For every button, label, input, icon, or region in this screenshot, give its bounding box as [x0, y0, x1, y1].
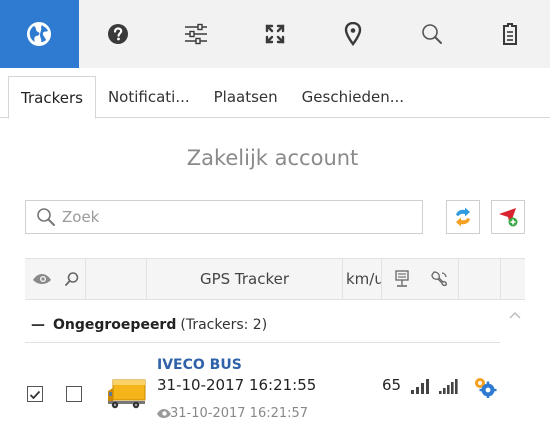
- tracker-visible-checkbox[interactable]: [27, 386, 43, 402]
- globe-icon: [27, 22, 52, 46]
- collapse-group-icon[interactable]: —: [31, 317, 45, 333]
- antenna-icon: [395, 270, 409, 287]
- toolbar-settings-button[interactable]: [157, 0, 236, 68]
- gps-tracker-column-header[interactable]: GPS Tracker: [147, 259, 343, 299]
- settings-column-header: [459, 259, 501, 299]
- toolbar-globe-button[interactable]: [0, 0, 79, 68]
- eye-icon: [33, 274, 51, 284]
- tracker-speed: 65: [382, 376, 402, 394]
- fullscreen-icon: [265, 24, 284, 44]
- add-tracker-button[interactable]: [491, 200, 525, 234]
- tracker-group-row[interactable]: — Ongegroepeerd (Trackers: 2): [25, 310, 500, 340]
- refresh-button[interactable]: [446, 200, 480, 234]
- gps-signal-column-header[interactable]: [422, 259, 459, 299]
- toolbar-reports-button[interactable]: [471, 0, 550, 68]
- truck-icon: [108, 379, 146, 409]
- tab-history[interactable]: Geschieden...: [290, 76, 416, 118]
- tracker-list-scrollbar[interactable]: [504, 300, 526, 441]
- search-icon: [37, 208, 55, 226]
- tab-bar: Trackers Notificati... Plaatsen Geschied…: [0, 76, 550, 119]
- tracker-last-update: 31-10-2017 16:21:55: [157, 376, 317, 394]
- divider: [25, 342, 500, 343]
- speed-column-label: km/u: [346, 270, 382, 288]
- gsm-column-header[interactable]: [382, 259, 422, 299]
- icon-column-header: [86, 259, 147, 299]
- scroll-up-icon[interactable]: [504, 308, 526, 322]
- group-count: (Trackers: 2): [180, 317, 268, 333]
- search-icon: [65, 272, 79, 286]
- help-icon: [107, 24, 128, 44]
- search-icon: [421, 24, 442, 44]
- top-toolbar: [0, 0, 550, 68]
- sliders-icon: [185, 23, 208, 45]
- speed-column-header[interactable]: km/u: [343, 259, 382, 299]
- tracker-settings-icon[interactable]: [472, 376, 498, 398]
- map-pin-icon: [345, 22, 362, 46]
- gps-signal-icon: [439, 379, 458, 394]
- refresh-arrows-icon: [456, 207, 470, 227]
- clipboard-icon: [503, 23, 518, 45]
- toolbar-fullscreen-button[interactable]: [236, 0, 315, 68]
- tracker-last-seen: 31-10-2017 16:21:57: [170, 406, 309, 421]
- tab-trackers[interactable]: Trackers: [8, 76, 96, 119]
- tracker-table-header: GPS Tracker km/u: [25, 258, 525, 300]
- tab-notifications[interactable]: Notificati...: [96, 76, 202, 118]
- toolbar-places-button[interactable]: [314, 0, 393, 68]
- satellite-icon: [431, 271, 447, 287]
- toolbar-search-button[interactable]: [393, 0, 472, 68]
- visibility-column-header[interactable]: [25, 259, 59, 299]
- group-name: Ongegroepeerd: [53, 317, 177, 333]
- select-column-header[interactable]: [59, 259, 86, 299]
- tab-places[interactable]: Plaatsen: [202, 76, 290, 118]
- account-title: Zakelijk account: [186, 146, 359, 170]
- add-location-icon: [499, 208, 518, 227]
- search-input[interactable]: [62, 208, 392, 226]
- tracker-select-checkbox[interactable]: [66, 386, 82, 402]
- tracker-name-link[interactable]: IVECO BUS: [157, 357, 242, 373]
- toolbar-help-button[interactable]: [79, 0, 158, 68]
- search-box[interactable]: [25, 200, 423, 234]
- check-mark-icon: [29, 390, 41, 400]
- gsm-signal-icon: [411, 379, 429, 394]
